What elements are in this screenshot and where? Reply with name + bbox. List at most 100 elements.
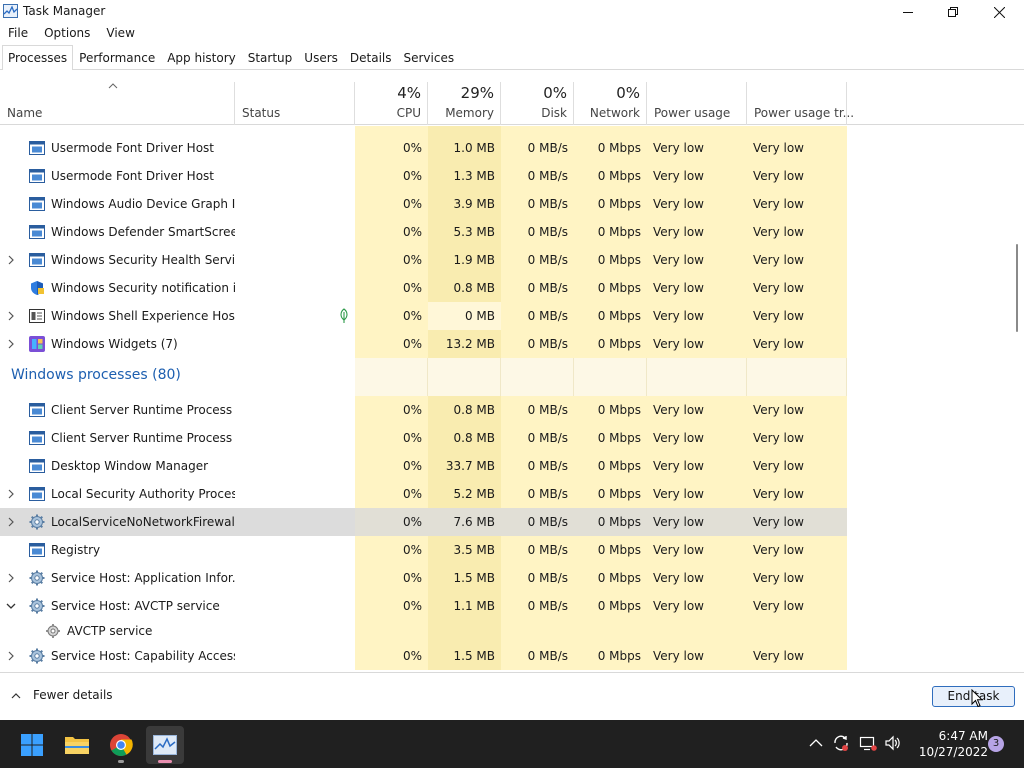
service-child-row[interactable]: AVCTP service <box>0 620 847 642</box>
menu-file[interactable]: File <box>0 24 36 42</box>
tab-startup[interactable]: Startup <box>242 45 299 69</box>
process-list: Usermode Font Driver Host 0% 1.0 MB 0 MB/s 0… <box>0 126 1024 671</box>
notification-badge[interactable]: 3 <box>988 736 1004 752</box>
process-status-cell <box>235 274 355 302</box>
process-row[interactable]: Windows Audio Device Graph Is... 0% 3.9 MB… <box>0 190 847 218</box>
power-usage-cell: Very low <box>647 452 747 480</box>
memory-cell: 0.8 MB <box>428 274 501 302</box>
network-icon[interactable] <box>859 734 877 752</box>
power-trend-cell: Very low <box>747 274 847 302</box>
process-row[interactable]: Registry 0% 3.5 MB 0 MB/s 0 Mbps Very low Very… <box>0 536 847 564</box>
column-name[interactable]: Name <box>0 82 235 125</box>
cpu-cell: 0% <box>355 452 428 480</box>
tab-services[interactable]: Services <box>398 45 461 69</box>
cpu-cell: 0% <box>355 480 428 508</box>
process-row[interactable]: LocalServiceNoNetworkFirewall ... 0% 7.6 M… <box>0 508 847 536</box>
group-cell <box>747 358 847 396</box>
process-row[interactable]: Client Server Runtime Process 0% 0.8 MB 0 M… <box>0 424 847 452</box>
process-name-cell: LocalServiceNoNetworkFirewall ... <box>0 508 235 536</box>
tab-performance[interactable]: Performance <box>73 45 161 69</box>
process-row[interactable]: Usermode Font Driver Host 0% 1.3 MB 0 MB/s 0… <box>0 162 847 190</box>
minimize-button[interactable] <box>885 0 931 24</box>
process-row[interactable]: Usermode Font Driver Host 0% 1.0 MB 0 MB/s 0… <box>0 134 847 162</box>
process-status-cell <box>235 424 355 452</box>
show-hidden-icons-chevron-icon[interactable] <box>809 738 823 748</box>
chevron-right-icon[interactable] <box>6 650 16 662</box>
power-usage-cell: Very low <box>647 508 747 536</box>
process-status-cell <box>235 480 355 508</box>
memory-cell: 1.5 MB <box>428 642 501 670</box>
clock-date: 10/27/2022 <box>918 745 988 759</box>
process-name-cell: Windows Audio Device Graph Is... <box>0 190 235 218</box>
close-button[interactable] <box>976 0 1022 24</box>
process-row[interactable]: Service Host: Application Infor... 0% 1.5 … <box>0 564 847 592</box>
column-disk[interactable]: 0% Disk <box>501 82 574 125</box>
chevron-right-icon[interactable] <box>6 572 16 584</box>
taskbar-file-explorer[interactable] <box>58 726 96 764</box>
taskbar-task-manager[interactable] <box>146 726 184 764</box>
system-clock[interactable]: 6:47 AM 10/27/2022 <box>916 728 988 760</box>
tab-users[interactable]: Users <box>298 45 344 69</box>
chevron-right-icon[interactable] <box>6 516 16 528</box>
process-row[interactable]: Client Server Runtime Process 0% 0.8 MB 0 M… <box>0 396 847 424</box>
network-cell: 0 Mbps <box>574 274 647 302</box>
process-row[interactable]: Local Security Authority Process... 0% 5.2… <box>0 480 847 508</box>
taskbar-chrome[interactable] <box>102 726 140 764</box>
power-usage-cell: Very low <box>647 274 747 302</box>
process-row[interactable]: Windows Shell Experience Host 0% 0 MB 0 MB/… <box>0 302 847 330</box>
process-name-cell: Service Host: Capability Access ... <box>0 642 235 670</box>
process-row[interactable]: Windows Widgets (7) 0% 13.2 MB 0 MB/s 0 Mbps… <box>0 330 847 358</box>
power-trend-cell: Very low <box>747 536 847 564</box>
column-power[interactable]: Power usage <box>647 82 747 125</box>
chevron-right-icon[interactable] <box>6 310 16 322</box>
cpu-cell: 0% <box>355 190 428 218</box>
chevron-right-icon[interactable] <box>6 488 16 500</box>
process-name-cell: Windows Security notification i... <box>0 274 235 302</box>
menu-view[interactable]: View <box>98 24 142 42</box>
chevron-right-icon[interactable] <box>6 338 16 350</box>
process-row[interactable]: Windows Defender SmartScreen 0% 5.3 MB 0 MB… <box>0 218 847 246</box>
process-row[interactable]: Service Host: AVCTP service 0% 1.1 MB 0 MB/… <box>0 592 847 620</box>
task-manager-window: Task Manager File Options View Processes… <box>0 0 1024 768</box>
tab-details[interactable]: Details <box>344 45 398 69</box>
chevron-right-icon[interactable] <box>6 254 16 266</box>
process-name: Usermode Font Driver Host <box>51 141 214 155</box>
group-cell <box>647 358 747 396</box>
sync-icon[interactable] <box>832 734 850 752</box>
tab-app-history[interactable]: App history <box>161 45 242 69</box>
minimize-icon <box>903 12 913 13</box>
column-memory[interactable]: 29% Memory <box>428 82 501 125</box>
disk-cell: 0 MB/s <box>501 452 574 480</box>
chevron-down-icon[interactable] <box>6 600 16 612</box>
process-row[interactable]: Windows Security Health Service 0% 1.9 MB 0… <box>0 246 847 274</box>
process-status-cell <box>235 246 355 274</box>
column-network[interactable]: 0% Network <box>574 82 647 125</box>
vertical-scrollbar[interactable] <box>1014 126 1020 671</box>
task-manager-taskbar-icon <box>153 735 177 755</box>
child-cell <box>355 620 428 642</box>
process-row[interactable]: Service Host: Capability Access ... 0% 1.5… <box>0 642 847 670</box>
scrollbar-thumb[interactable] <box>1016 244 1018 332</box>
disk-cell: 0 MB/s <box>501 302 574 330</box>
process-name: Usermode Font Driver Host <box>51 169 214 183</box>
disk-cell: 0 MB/s <box>501 218 574 246</box>
column-status[interactable]: Status <box>235 82 355 125</box>
power-usage-cell: Very low <box>647 564 747 592</box>
cpu-total: 4% <box>397 84 421 102</box>
start-button[interactable] <box>13 726 51 764</box>
process-row[interactable]: Windows Security notification i... 0% 0.8 … <box>0 274 847 302</box>
volume-icon[interactable] <box>884 734 902 752</box>
disk-cell: 0 MB/s <box>501 330 574 358</box>
column-cpu[interactable]: 4% CPU <box>355 82 428 125</box>
close-icon <box>993 6 1005 18</box>
fewer-details-button[interactable]: Fewer details <box>11 688 113 702</box>
group-header-windows-processes[interactable]: Windows processes (80) <box>0 358 847 396</box>
window-app-icon <box>29 141 45 155</box>
column-power-trend[interactable]: Power usage tr... <box>747 82 854 125</box>
process-name: Windows Defender SmartScreen <box>51 225 235 239</box>
disk-cell: 0 MB/s <box>501 508 574 536</box>
restore-button[interactable] <box>930 0 976 24</box>
process-row[interactable]: Desktop Window Manager 0% 33.7 MB 0 MB/s 0 M… <box>0 452 847 480</box>
menu-options[interactable]: Options <box>36 24 98 42</box>
tab-processes[interactable]: Processes <box>2 45 74 70</box>
